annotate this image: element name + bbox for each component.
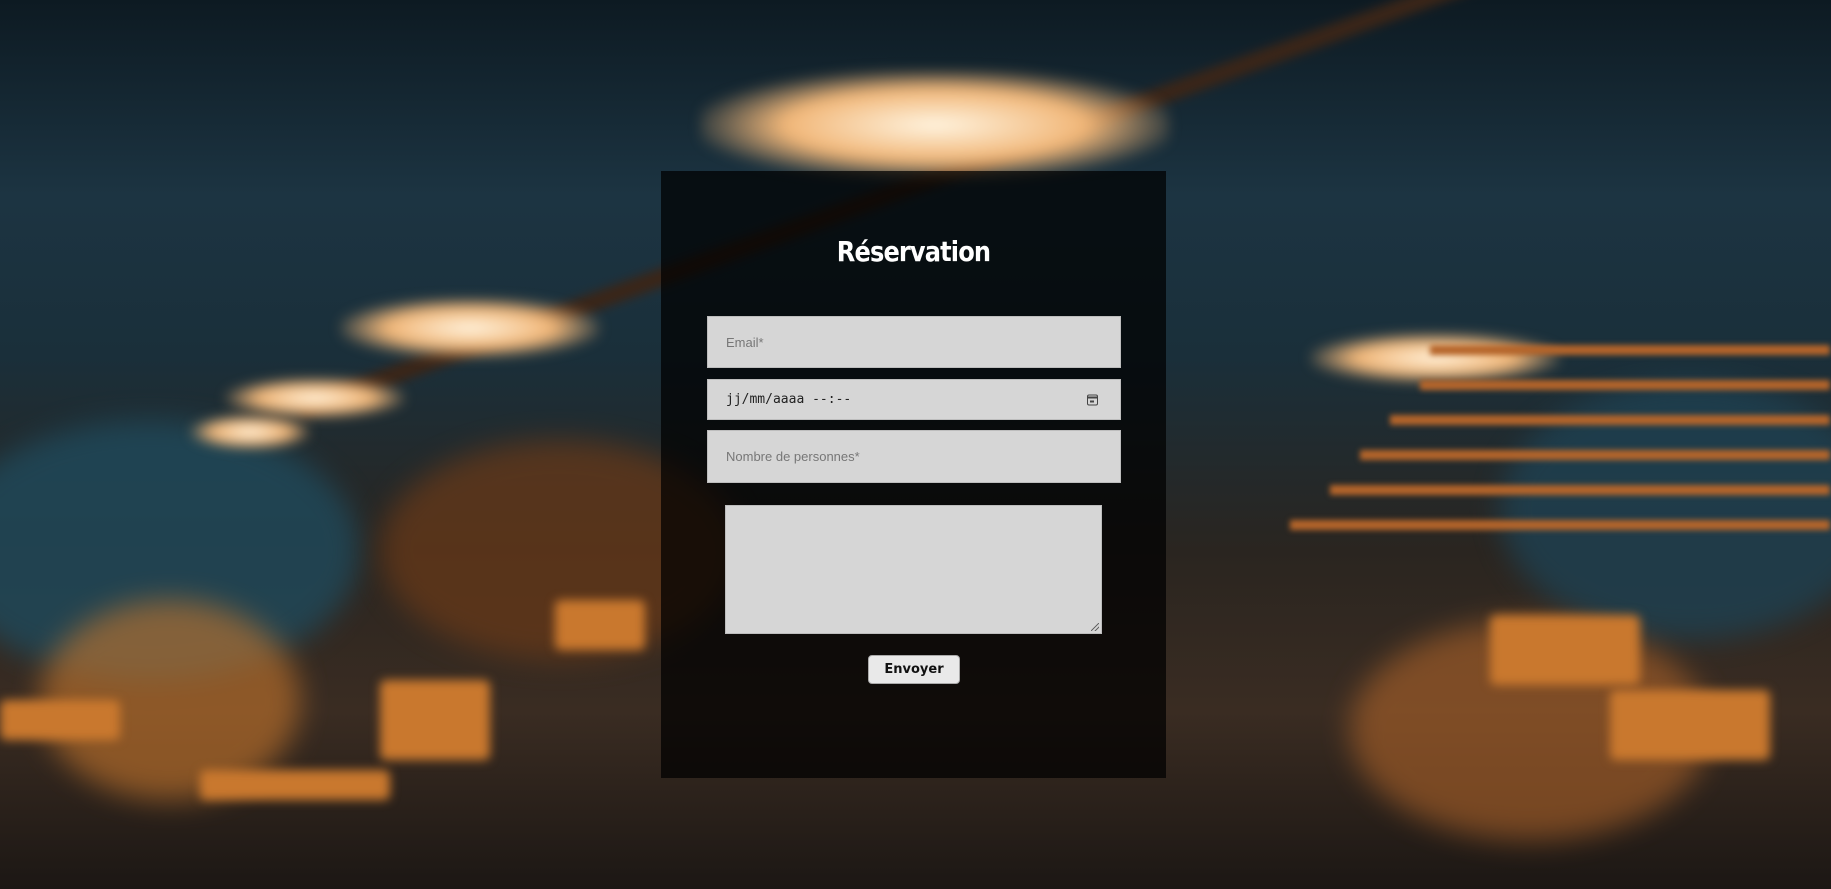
resize-handle-icon[interactable]	[1091, 623, 1099, 631]
email-field[interactable]: Email*	[707, 316, 1121, 368]
submit-button[interactable]: Envoyer	[868, 655, 960, 684]
reservation-card: Réservation Email* jj/mm/aaaa --:-- Nomb…	[661, 171, 1166, 778]
email-placeholder: Email*	[726, 334, 764, 350]
datetime-placeholder: jj/mm/aaaa --:--	[726, 392, 852, 407]
message-textarea[interactable]	[725, 505, 1102, 634]
datetime-field[interactable]: jj/mm/aaaa --:--	[707, 379, 1121, 420]
people-placeholder: Nombre de personnes*	[726, 449, 860, 464]
calendar-icon[interactable]	[1087, 394, 1098, 405]
page-title: Réservation	[836, 235, 991, 268]
people-count-field[interactable]: Nombre de personnes*	[707, 430, 1121, 483]
